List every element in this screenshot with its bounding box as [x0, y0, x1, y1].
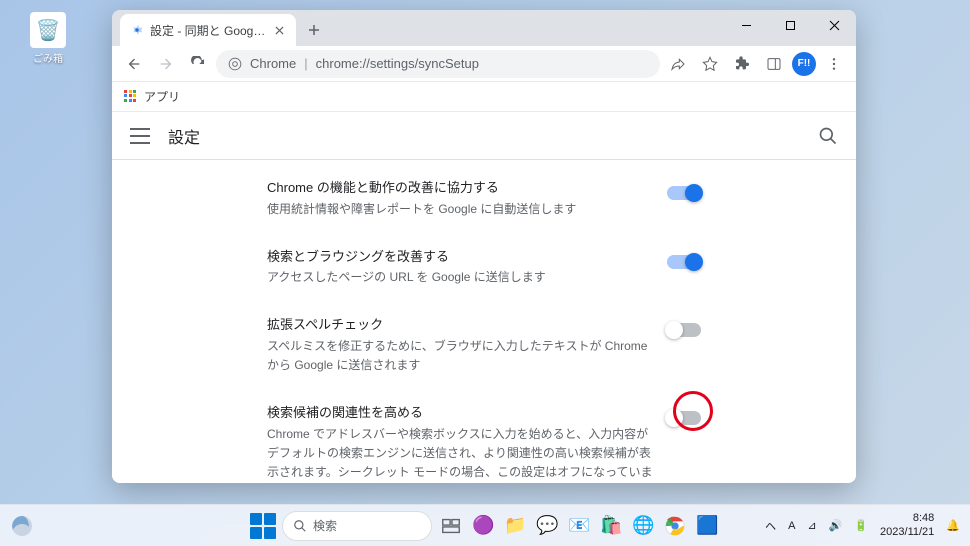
app-icon[interactable]: 🟦 [694, 513, 720, 539]
edge-icon[interactable] [10, 514, 34, 538]
extensions-button[interactable] [728, 50, 756, 78]
settings-favicon [130, 23, 144, 37]
setting-title: 検索とブラウジングを改善する [267, 247, 653, 267]
store-icon[interactable]: 🛍️ [598, 513, 624, 539]
start-button[interactable] [250, 513, 276, 539]
setting-title: Chrome の機能と動作の改善に協力する [267, 178, 653, 198]
explorer-icon[interactable]: 📁 [502, 513, 528, 539]
time: 8:48 [880, 512, 934, 525]
wifi-icon[interactable]: ⊿ [807, 519, 816, 532]
setting-description: スペルミスを修正するために、ブラウザに入力したテキストが Chrome から G… [267, 337, 653, 375]
search-placeholder: 検索 [313, 517, 337, 534]
browser-toolbar: Chrome | chrome://settings/syncSetup F!! [112, 46, 856, 82]
chrome-icon [228, 57, 242, 71]
reload-button[interactable] [184, 50, 212, 78]
recycle-bin-icon: 🗑️ [30, 12, 66, 48]
back-button[interactable] [120, 50, 148, 78]
search-icon[interactable] [818, 126, 838, 146]
toggle-switch[interactable] [667, 323, 701, 337]
volume-icon[interactable]: 🔊 [829, 519, 843, 532]
browser-tab[interactable]: 設定 - 同期と Google サービス [120, 14, 296, 46]
toggle-switch[interactable] [667, 186, 701, 200]
setting-description: 使用統計情報や障害レポートを Google に自動送信します [267, 200, 653, 219]
settings-row: 検索とブラウジングを改善するアクセスしたページの URL を Google に送… [249, 233, 719, 302]
minimize-button[interactable] [724, 10, 768, 40]
setting-description: Chrome でアドレスバーや検索ボックスに入力を始めると、入力内容がデフォルト… [267, 425, 653, 483]
taskbar: 検索 🟣 📁 💬 📧 🛍️ 🌐 🟦 ヘ A ⊿ 🔊 🔋 8:48 2023/11… [0, 504, 970, 546]
bookmark-button[interactable] [696, 50, 724, 78]
copilot-icon[interactable]: 🟣 [470, 513, 496, 539]
settings-card: Chrome の機能と動作の改善に協力する使用統計情報や障害レポートを Goog… [249, 160, 719, 483]
apps-label[interactable]: アプリ [144, 88, 180, 105]
forward-button[interactable] [152, 50, 180, 78]
date: 2023/11/21 [880, 526, 934, 539]
search-icon [293, 519, 307, 533]
share-button[interactable] [664, 50, 692, 78]
taskbar-search[interactable]: 検索 [282, 511, 432, 541]
setting-title: 検索候補の関連性を高める [267, 403, 653, 423]
settings-content[interactable]: Chrome の機能と動作の改善に協力する使用統計情報や障害レポートを Goog… [112, 160, 856, 483]
toggle-switch[interactable] [667, 255, 701, 269]
window-controls [724, 10, 856, 40]
teams-icon[interactable]: 💬 [534, 513, 560, 539]
url-prefix: Chrome [250, 56, 296, 71]
side-panel-button[interactable] [760, 50, 788, 78]
settings-row: 拡張スペルチェックスペルミスを修正するために、ブラウザに入力したテキストが Ch… [249, 301, 719, 389]
tray-chevron-icon[interactable]: ヘ [765, 518, 776, 534]
recycle-bin[interactable]: 🗑️ ごみ箱 [26, 12, 70, 65]
bookmarks-bar: アプリ [112, 82, 856, 112]
setting-description: アクセスしたページの URL を Google に送信します [267, 268, 653, 287]
chrome-window: 設定 - 同期と Google サービス Chrome | chrome://s… [112, 10, 856, 483]
tab-title: 設定 - 同期と Google サービス [150, 22, 266, 39]
apps-icon[interactable] [124, 90, 138, 104]
new-tab-button[interactable] [300, 16, 328, 44]
recycle-bin-label: ごみ箱 [26, 50, 70, 65]
tab-strip: 設定 - 同期と Google サービス [112, 10, 856, 46]
ime-indicator[interactable]: A [788, 520, 795, 532]
chrome-taskbar-icon[interactable] [662, 513, 688, 539]
notifications-icon[interactable]: 🔔 [946, 519, 960, 532]
edge-taskbar-icon[interactable]: 🌐 [630, 513, 656, 539]
settings-header: 設定 [112, 112, 856, 160]
address-bar[interactable]: Chrome | chrome://settings/syncSetup [216, 50, 660, 78]
maximize-button[interactable] [768, 10, 812, 40]
clock[interactable]: 8:48 2023/11/21 [880, 512, 934, 538]
settings-row: 検索候補の関連性を高めるChrome でアドレスバーや検索ボックスに入力を始める… [249, 389, 719, 483]
menu-button[interactable] [820, 50, 848, 78]
battery-icon[interactable]: 🔋 [854, 519, 868, 532]
close-window-button[interactable] [812, 10, 856, 40]
setting-title: 拡張スペルチェック [267, 315, 653, 335]
mail-icon[interactable]: 📧 [566, 513, 592, 539]
url-path: chrome://settings/syncSetup [316, 56, 479, 71]
page-title: 設定 [168, 124, 200, 148]
menu-icon[interactable] [130, 128, 150, 144]
settings-row: Chrome の機能と動作の改善に協力する使用統計情報や障害レポートを Goog… [249, 164, 719, 233]
profile-avatar[interactable]: F!! [792, 52, 816, 76]
close-tab-icon[interactable] [272, 23, 286, 37]
task-view-icon[interactable] [438, 513, 464, 539]
toggle-switch[interactable] [667, 411, 701, 425]
